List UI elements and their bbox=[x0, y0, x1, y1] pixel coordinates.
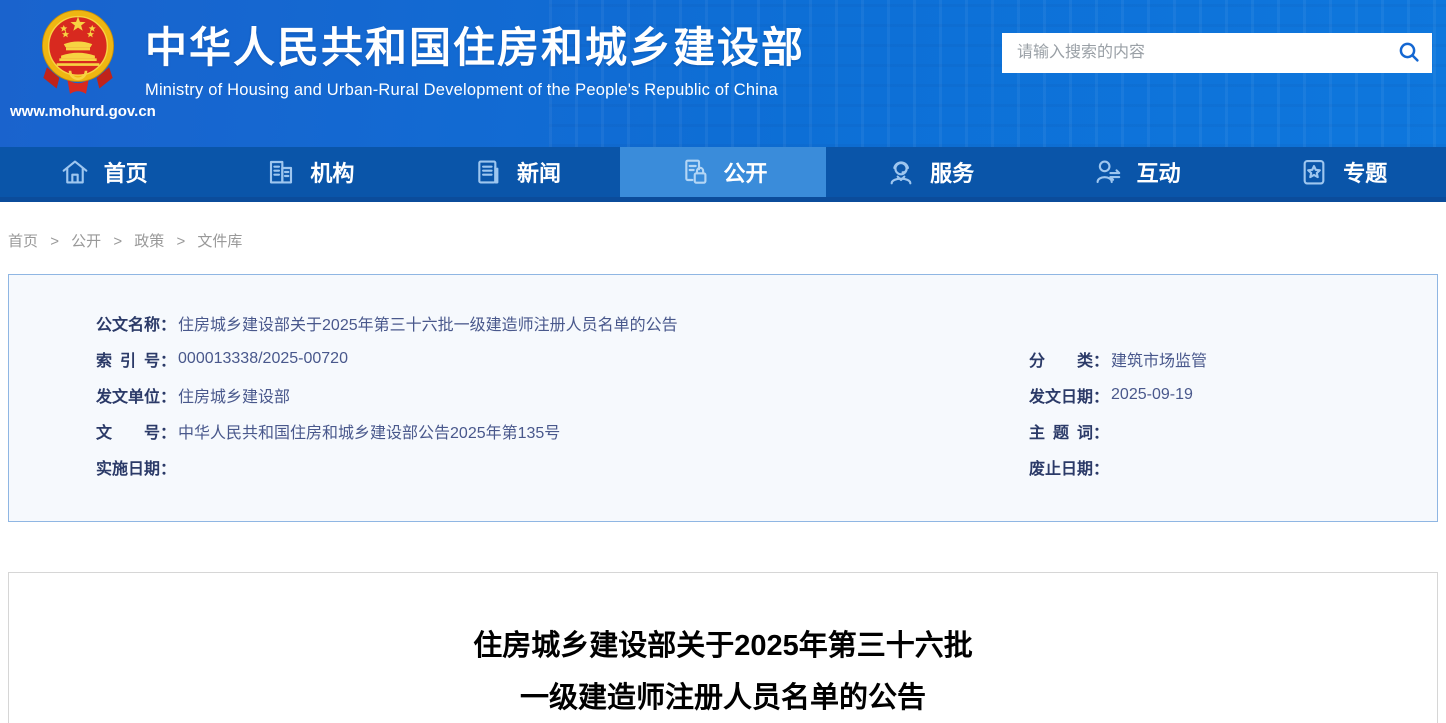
meta-field-doc-number: 文 号： 中华人民共和国住房和城乡建设部公告2025年第135号 bbox=[9, 413, 1029, 449]
document-title: 住房城乡建设部关于2025年第三十六批 一级建造师注册人员名单的公告 bbox=[9, 620, 1437, 723]
national-emblem-logo[interactable] bbox=[38, 6, 118, 100]
meta-field-repeal-date: 废止日期： bbox=[1029, 449, 1437, 485]
nav-item-label: 机构 bbox=[310, 161, 355, 186]
meta-value: 000013338/2025-00720 bbox=[178, 350, 348, 367]
meta-value: 2025-09-19 bbox=[1111, 386, 1193, 403]
meta-label: 公文名称： bbox=[96, 317, 177, 334]
breadcrumb-separator: > bbox=[113, 233, 123, 250]
meta-label: 发文日期： bbox=[1029, 389, 1110, 406]
disclosure-icon bbox=[679, 156, 711, 188]
breadcrumb-item-home[interactable]: 首页 bbox=[8, 233, 38, 250]
document-content-panel: 住房城乡建设部关于2025年第三十六批 一级建造师注册人员名单的公告 bbox=[8, 572, 1438, 723]
meta-label: 主 题 词： bbox=[1029, 425, 1110, 442]
interaction-icon bbox=[1092, 156, 1124, 188]
meta-value: 住房城乡建设部 bbox=[178, 389, 291, 406]
meta-label: 索 引 号： bbox=[96, 353, 177, 370]
main-nav: 首页 机构 新闻 公开 服务 互动 专题 bbox=[0, 147, 1446, 202]
meta-value: 住房城乡建设部关于2025年第三十六批一级建造师注册人员名单的公告 bbox=[178, 317, 678, 334]
nav-item-home[interactable]: 首页 bbox=[0, 147, 207, 197]
organization-icon bbox=[265, 156, 297, 188]
breadcrumb-separator: > bbox=[50, 233, 59, 250]
meta-label: 发文单位： bbox=[96, 389, 177, 406]
search-icon bbox=[1397, 40, 1421, 67]
document-meta-panel: 公文名称： 住房城乡建设部关于2025年第三十六批一级建造师注册人员名单的公告 … bbox=[8, 274, 1438, 522]
services-icon bbox=[885, 156, 917, 188]
meta-field-category: 分 类： 建筑市场监管 bbox=[1029, 341, 1437, 377]
nav-item-disclosure[interactable]: 公开 bbox=[619, 147, 827, 197]
meta-value: 建筑市场监管 bbox=[1111, 353, 1208, 370]
meta-label: 实施日期： bbox=[96, 461, 177, 478]
meta-field-issue-date: 发文日期： 2025-09-19 bbox=[1029, 377, 1437, 413]
nav-item-label: 服务 bbox=[930, 161, 975, 186]
nav-item-label: 互动 bbox=[1136, 161, 1181, 186]
nav-item-label: 专题 bbox=[1343, 161, 1388, 186]
meta-label: 分 类： bbox=[1029, 353, 1110, 370]
site-url: www.mohurd.gov.cn bbox=[10, 103, 156, 120]
site-title: 中华人民共和国住房和城乡建设部 bbox=[145, 24, 806, 71]
nav-item-services[interactable]: 服务 bbox=[826, 147, 1033, 197]
meta-label: 废止日期： bbox=[1029, 461, 1110, 478]
meta-field-implement-date: 实施日期： bbox=[9, 449, 1029, 485]
nav-item-label: 首页 bbox=[103, 161, 148, 186]
search-input[interactable] bbox=[1002, 33, 1386, 73]
breadcrumb-item-policy[interactable]: 政策 bbox=[134, 233, 164, 250]
nav-item-label: 新闻 bbox=[516, 161, 561, 186]
nav-item-organization[interactable]: 机构 bbox=[207, 147, 414, 197]
breadcrumb-item-disclosure[interactable]: 公开 bbox=[71, 233, 101, 250]
meta-field-subject-words: 主 题 词： bbox=[1029, 413, 1437, 449]
page: www.mohurd.gov.cn 中华人民共和国住房和城乡建设部 Minist… bbox=[0, 0, 1446, 723]
news-icon bbox=[472, 156, 504, 188]
breadcrumb-separator: > bbox=[176, 233, 186, 250]
breadcrumb: 首页 > 公开 > 政策 > 文件库 bbox=[8, 202, 1438, 274]
home-icon bbox=[59, 156, 91, 188]
meta-field-issuing-unit: 发文单位： 住房城乡建设部 bbox=[9, 377, 1029, 413]
site-header: www.mohurd.gov.cn 中华人民共和国住房和城乡建设部 Minist… bbox=[0, 0, 1446, 147]
meta-label: 文 号： bbox=[96, 425, 177, 442]
meta-value: 中华人民共和国住房和城乡建设部公告2025年第135号 bbox=[178, 425, 561, 442]
meta-empty-cell bbox=[1029, 305, 1437, 341]
breadcrumb-item-library[interactable]: 文件库 bbox=[197, 233, 242, 250]
search-box bbox=[1002, 33, 1432, 73]
nav-item-news[interactable]: 新闻 bbox=[413, 147, 620, 197]
topics-icon bbox=[1298, 156, 1330, 188]
national-emblem-icon bbox=[42, 9, 114, 94]
meta-field-doc-name: 公文名称： 住房城乡建设部关于2025年第三十六批一级建造师注册人员名单的公告 bbox=[9, 305, 1029, 341]
search-button[interactable] bbox=[1386, 33, 1432, 73]
document-title-line1: 住房城乡建设部关于2025年第三十六批 bbox=[473, 630, 973, 662]
nav-item-label: 公开 bbox=[723, 161, 768, 186]
meta-field-index-no: 索 引 号： 000013338/2025-00720 bbox=[9, 341, 1029, 377]
site-subtitle-en: Ministry of Housing and Urban-Rural Deve… bbox=[145, 81, 778, 100]
nav-item-topics[interactable]: 专题 bbox=[1239, 147, 1446, 197]
site-title-block: 中华人民共和国住房和城乡建设部 Ministry of Housing and … bbox=[145, 24, 805, 100]
document-title-line2: 一级建造师注册人员名单的公告 bbox=[519, 682, 926, 714]
nav-item-interaction[interactable]: 互动 bbox=[1033, 147, 1240, 197]
